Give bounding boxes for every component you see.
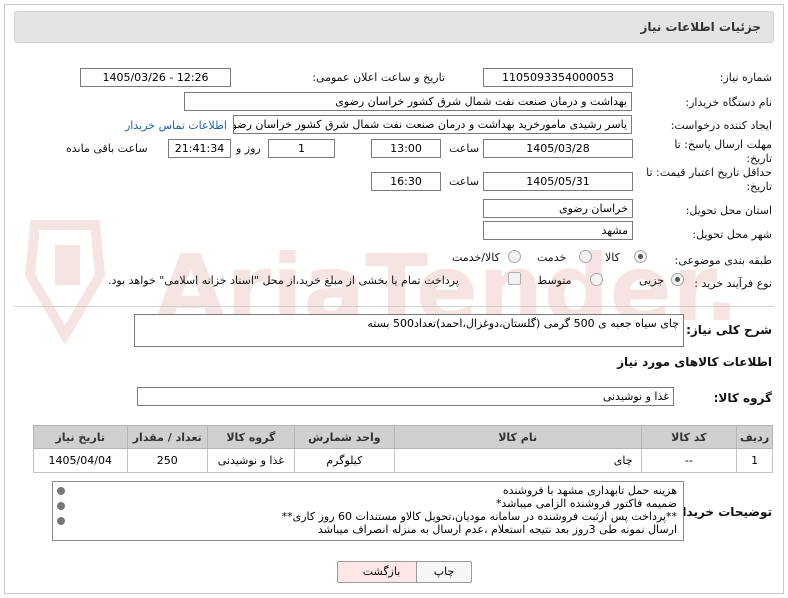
creator-field[interactable]: یاسر رشیدی مامورخرید بهداشت و درمان صنعت… — [233, 115, 632, 134]
city-field[interactable]: مشهد — [483, 221, 633, 240]
goods-group-label: گروه کالا: — [713, 391, 772, 405]
scroll-thumb-icon[interactable] — [57, 502, 65, 510]
table-row[interactable]: 1 -- چای کیلوگرم غذا و نوشیدنی 250 1405/… — [33, 448, 773, 473]
category-option-goods: کالا — [605, 251, 620, 264]
need-number-field[interactable]: 1105093354000053 — [483, 68, 633, 87]
need-number-label: شماره نیاز: — [719, 71, 772, 84]
col-row: ردیف — [736, 425, 773, 449]
description-label: شرح کلی نیاز: — [686, 323, 772, 337]
deadline-label: مهلت ارسال پاسخ: تا تاریخ: — [674, 138, 772, 165]
col-name: نام کالا — [393, 425, 642, 449]
category-option-both: کالا/خدمت — [452, 251, 500, 264]
category-radio-goods[interactable] — [634, 250, 647, 263]
category-option-service: خدمت — [537, 251, 567, 264]
buyer-notes-label: توضیحات خریدار: — [670, 505, 772, 519]
note-line: ارسال نمونه طی 3روز بعد نتیجه استعلام ،ع… — [317, 523, 677, 536]
process-option-medium: متوسط — [537, 274, 572, 287]
remaining-time-field[interactable]: 21:41:34 — [168, 139, 231, 158]
cell-name: چای — [393, 448, 642, 473]
process-option-minor: جزیی — [639, 274, 665, 287]
announce-field[interactable]: 1405/03/26 - 12:26 — [80, 68, 231, 87]
process-radio-minor[interactable] — [671, 273, 684, 286]
scroll-down-icon[interactable] — [57, 517, 65, 525]
price-valid-label: حداقل تاریخ اعتبار قیمت: تا تاریخ: — [646, 166, 772, 193]
deadline-time-label: ساعت — [449, 142, 479, 155]
print-button[interactable]: چاپ — [416, 561, 472, 583]
cell-qty: 250 — [126, 448, 208, 473]
category-radio-service[interactable] — [579, 250, 592, 263]
deadline-date-field[interactable]: 1405/03/28 — [483, 139, 633, 158]
note-line: ضمیمه فاکتور فروشنده الزامی میباشد* — [495, 497, 677, 510]
buyer-org-field[interactable]: بهداشت و درمان صنعت نفت شمال شرق کشور خر… — [184, 92, 632, 111]
remaining-label: ساعت باقی مانده — [66, 142, 148, 155]
cell-unit: کیلوگرم — [293, 448, 395, 473]
goods-section-title: اطلاعات کالاهای مورد نیاز — [617, 355, 772, 369]
cell-group: غذا و نوشیدنی — [206, 448, 295, 473]
col-date: تاریخ نیاز — [33, 425, 128, 449]
col-code: کد کالا — [640, 425, 738, 449]
panel-header: جزئیات اطلاعات نیاز — [14, 11, 774, 43]
cell-date: 1405/04/04 — [33, 448, 128, 473]
col-unit: واحد شمارش — [293, 425, 395, 449]
price-valid-time-field[interactable]: 16:30 — [371, 172, 441, 191]
notes-scrollbar[interactable] — [54, 484, 68, 539]
cell-row: 1 — [736, 448, 773, 473]
process-label: نوع فرآیند خرید : — [694, 277, 772, 290]
col-qty: تعداد / مقدار — [126, 425, 208, 449]
scroll-up-icon[interactable] — [57, 487, 65, 495]
note-line: هزینه حمل تابهداری مشهد با فروشنده — [502, 484, 677, 497]
announce-label: تاریخ و ساعت اعلان عمومی: — [312, 71, 445, 84]
buyer-org-label: نام دستگاه خریدار: — [685, 96, 772, 109]
section-divider — [14, 306, 774, 307]
days-label: روز و — [236, 142, 261, 155]
buyer-contact-link[interactable]: اطلاعات تماس خریدار — [125, 119, 227, 132]
col-group: گروه کالا — [206, 425, 295, 449]
category-radio-both[interactable] — [508, 250, 521, 263]
payment-note: پرداخت تمام یا بخشی از مبلغ خرید،از محل … — [108, 274, 459, 287]
province-label: استان محل تحویل: — [685, 204, 772, 217]
note-line: **پرداخت پس ازثبت فروشنده در سامانه مودی… — [281, 510, 677, 523]
description-field[interactable]: چای سیاه جعبه ی 500 گرمی (گلستان،دوغزال،… — [134, 314, 684, 347]
price-valid-time-label: ساعت — [449, 175, 479, 188]
city-label: شهر محل تحویل: — [692, 228, 772, 241]
back-button[interactable]: بازگشت — [337, 561, 426, 583]
price-valid-date-field[interactable]: 1405/05/31 — [483, 172, 633, 191]
process-radio-medium[interactable] — [590, 273, 603, 286]
goods-group-field[interactable]: غذا و نوشیدنی — [137, 387, 674, 406]
cell-code: -- — [640, 448, 738, 473]
items-table: ردیف کد کالا نام کالا واحد شمارش گروه کا… — [33, 425, 773, 473]
treasury-checkbox[interactable] — [508, 272, 521, 285]
category-label: طبقه بندی موضوعی: — [674, 254, 772, 267]
creator-label: ایجاد کننده درخواست: — [670, 119, 772, 132]
table-header-row: ردیف کد کالا نام کالا واحد شمارش گروه کا… — [33, 425, 773, 449]
province-field[interactable]: خراسان رضوی — [483, 199, 633, 218]
buyer-notes-field[interactable]: هزینه حمل تابهداری مشهد با فروشنده ضمیمه… — [52, 481, 684, 541]
days-field[interactable]: 1 — [268, 139, 335, 158]
deadline-time-field[interactable]: 13:00 — [371, 139, 441, 158]
panel-title: جزئیات اطلاعات نیاز — [640, 20, 761, 34]
